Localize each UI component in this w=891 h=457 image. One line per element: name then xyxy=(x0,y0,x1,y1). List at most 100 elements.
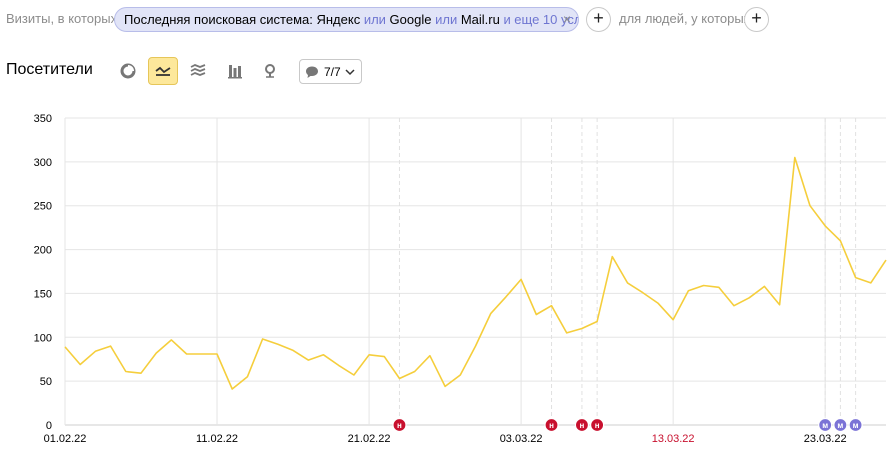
annotation-marker-glyph: н xyxy=(549,421,554,430)
data-point xyxy=(535,313,538,316)
data-point xyxy=(185,352,188,355)
data-point xyxy=(459,374,462,377)
data-point xyxy=(261,338,264,341)
data-point xyxy=(352,374,355,377)
data-point xyxy=(231,388,234,391)
x-tick-label: 23.03.22 xyxy=(804,433,847,445)
data-point xyxy=(322,353,325,356)
data-point xyxy=(672,318,675,321)
data-point xyxy=(94,350,97,353)
data-point xyxy=(626,281,629,284)
segments-count: 7/7 xyxy=(324,64,341,79)
data-point xyxy=(307,359,310,362)
data-point xyxy=(748,296,751,299)
visits-filter-label: Визиты, в которых xyxy=(6,11,118,26)
data-point xyxy=(854,276,857,279)
data-point xyxy=(155,352,158,355)
data-point xyxy=(717,286,720,289)
add-visit-condition-button[interactable]: + xyxy=(586,7,611,32)
annotation-marker-glyph: н xyxy=(595,421,600,430)
x-tick-label: 01.02.22 xyxy=(44,433,87,445)
data-point xyxy=(504,295,507,298)
y-tick-label: 0 xyxy=(46,420,52,432)
data-point xyxy=(140,372,143,375)
map-button[interactable] xyxy=(255,57,285,85)
data-point xyxy=(520,278,523,281)
data-point xyxy=(641,291,644,294)
visitors-line-chart: 0 50 100 150 200 250 300 350 01.02.22 11.02.22 21.… xyxy=(34,113,887,445)
data-point xyxy=(109,345,112,348)
chevron-down-icon xyxy=(345,68,355,75)
y-tick-label: 50 xyxy=(40,376,52,388)
data-point xyxy=(778,303,781,306)
data-point xyxy=(368,353,371,356)
bar-chart-button[interactable] xyxy=(220,57,250,85)
data-point xyxy=(611,255,614,258)
search-engine-condition-chip[interactable]: Последняя поисковая система: Яндекс или … xyxy=(114,7,579,32)
y-tick-label: 350 xyxy=(34,113,52,125)
data-point xyxy=(793,156,796,159)
data-point xyxy=(124,370,127,373)
annotation-marker-glyph: н xyxy=(397,421,402,430)
segment-filter-row: Визиты, в которых Последняя поисковая си… xyxy=(0,6,891,32)
data-point xyxy=(337,364,340,367)
data-point xyxy=(383,355,386,358)
data-point xyxy=(200,352,203,355)
y-tick-label: 150 xyxy=(34,288,52,300)
data-point xyxy=(428,354,431,357)
x-tick-label: 03.03.22 xyxy=(500,433,543,445)
segments-dropdown[interactable]: 7/7 xyxy=(299,59,362,84)
chart-metric-title: Посетители xyxy=(6,61,93,78)
chip-text-mailru: Mail.ru xyxy=(457,12,504,27)
data-point xyxy=(444,385,447,388)
y-tick-label: 250 xyxy=(34,201,52,213)
people-filter-label: для людей, у которых xyxy=(619,11,751,26)
map-pin-icon xyxy=(265,64,275,78)
data-point xyxy=(398,377,401,380)
data-point xyxy=(580,327,583,330)
line-chart-button[interactable] xyxy=(148,57,178,85)
add-people-condition-button[interactable]: + xyxy=(744,7,769,32)
chip-or-2: или xyxy=(435,12,458,27)
line-chart-icon xyxy=(155,66,171,76)
data-point xyxy=(824,224,827,227)
area-chart-button[interactable] xyxy=(183,57,213,85)
data-point xyxy=(656,302,659,305)
comment-icon xyxy=(306,66,318,78)
annotation-marker-glyph: н xyxy=(580,421,585,430)
data-point xyxy=(64,345,67,348)
data-point xyxy=(170,338,173,341)
data-point xyxy=(565,331,568,334)
data-point xyxy=(246,375,249,378)
chip-or-1: или xyxy=(363,12,386,27)
close-icon[interactable]: × xyxy=(563,8,571,31)
data-point xyxy=(413,370,416,373)
data-point xyxy=(687,289,690,292)
data-point xyxy=(596,320,599,323)
data-point xyxy=(732,304,735,307)
data-point xyxy=(292,349,295,352)
x-tick-label: 13.03.22 xyxy=(652,433,695,445)
data-point xyxy=(474,345,477,348)
area-chart-icon xyxy=(190,64,206,76)
x-tick-label: 11.02.22 xyxy=(196,433,238,445)
data-point xyxy=(276,343,279,346)
y-tick-label: 300 xyxy=(34,157,52,169)
x-tick-label: 21.02.22 xyxy=(348,433,391,445)
data-point xyxy=(869,281,872,284)
chip-text-yandex: Последняя поисковая система: Яндекс xyxy=(124,12,364,27)
data-point xyxy=(808,204,811,207)
data-point xyxy=(216,352,219,355)
pie-chart-button[interactable] xyxy=(113,57,143,85)
data-point xyxy=(489,312,492,315)
data-point xyxy=(839,239,842,242)
annotation-marker-glyph: м xyxy=(853,421,859,430)
annotation-marker-glyph: м xyxy=(837,421,843,430)
chip-text-google: Google xyxy=(385,12,436,27)
data-point xyxy=(763,285,766,288)
data-point xyxy=(702,284,705,287)
y-tick-label: 100 xyxy=(34,332,52,344)
annotation-marker-glyph: м xyxy=(822,421,828,430)
data-point xyxy=(550,304,553,307)
y-tick-label: 200 xyxy=(34,245,52,257)
